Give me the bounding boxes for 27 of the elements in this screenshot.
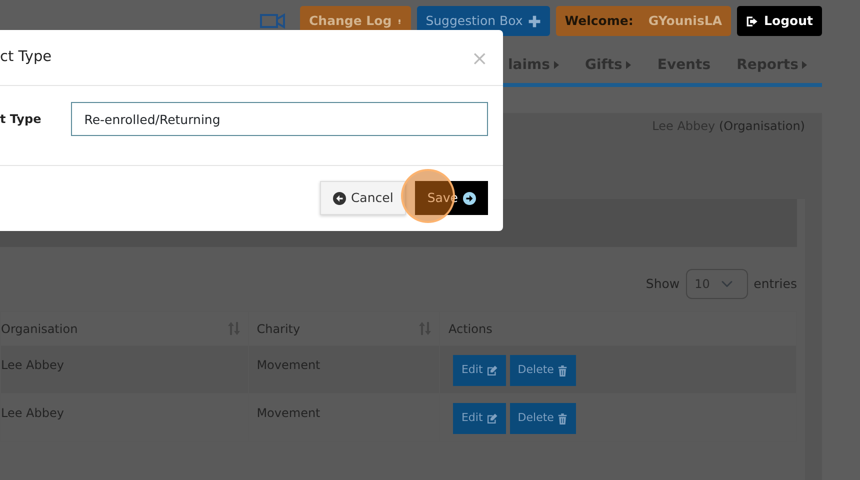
edit-icon <box>486 364 498 376</box>
table-cell: Lee Abbey <box>1 406 64 420</box>
entries-label: entries <box>754 274 797 293</box>
field-label: t Type <box>0 111 42 128</box>
right-arrow-circle-icon <box>463 192 476 204</box>
edit-icon <box>486 412 498 424</box>
logout-button[interactable]: Logout <box>737 6 822 36</box>
logout-icon <box>746 14 760 28</box>
modal-title: ct Type <box>0 48 52 67</box>
cancel-button[interactable]: Cancel <box>320 181 406 215</box>
edit-button[interactable]: Edit <box>453 403 506 434</box>
text-input-field[interactable]: Re-enrolled/Returning <box>71 102 488 136</box>
show-label: Show <box>646 274 680 293</box>
plus-icon <box>528 14 541 28</box>
table-cell: Movement <box>256 406 320 420</box>
left-arrow-circle-icon <box>332 192 346 204</box>
trash-icon <box>556 412 568 424</box>
delete-button[interactable]: Delete <box>510 355 576 386</box>
close-button[interactable]: × <box>471 42 488 72</box>
column-header: Actions <box>448 320 492 338</box>
delete-button[interactable]: Delete <box>510 403 576 434</box>
column-header[interactable]: Charity <box>256 320 300 338</box>
edit-button[interactable]: Edit <box>453 355 506 386</box>
column-header[interactable]: Organisation <box>1 320 78 338</box>
trash-icon <box>556 364 568 376</box>
video-help-icon[interactable] <box>260 13 286 29</box>
welcome-badge: Welcome: GYounisLA <box>556 6 732 36</box>
